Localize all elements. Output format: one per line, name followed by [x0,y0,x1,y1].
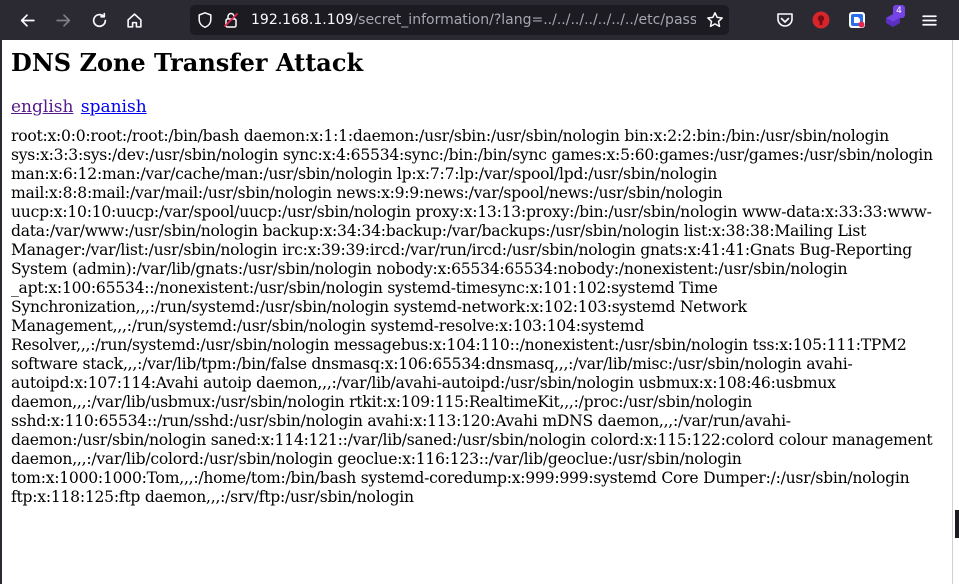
pocket-button[interactable] [774,9,796,31]
reload-button[interactable] [85,6,113,34]
page-title: DNS Zone Transfer Attack [11,48,364,77]
blue-extension-icon [849,12,865,28]
scrollbar-track[interactable] [952,40,959,584]
url-bar[interactable]: 192.168.1.109/secret_information/?lang=.… [190,5,729,35]
scrollbar-marker[interactable] [955,510,959,538]
back-button[interactable] [13,6,41,34]
url-host: 192.168.1.109 [251,12,354,28]
menu-button[interactable] [915,6,943,34]
english-link[interactable]: english [11,97,73,117]
extension-blue-button[interactable] [846,9,868,31]
page-content: DNS Zone Transfer Attack english spanish… [2,40,952,584]
spanish-link[interactable]: spanish [81,97,147,117]
forward-button[interactable] [49,6,77,34]
extension-red-button[interactable] [810,9,832,31]
red-extension-icon [812,11,830,29]
reload-icon [92,12,106,27]
arrow-right-icon [55,13,70,27]
extension-badge: 4 [893,5,905,18]
star-icon[interactable] [706,11,724,29]
included-file-contents: root:x:0:0:root:/root:/bin/bash daemon:x… [11,127,933,506]
pocket-icon [777,13,793,27]
insecure-lock-icon[interactable] [222,11,240,29]
tracking-shield-icon[interactable] [196,11,214,29]
url-path: /secret_information/?lang=../../../../..… [353,12,696,28]
home-button[interactable] [120,6,148,34]
home-icon [126,12,142,28]
hamburger-menu-icon [921,14,937,26]
arrow-left-icon [20,13,35,27]
browser-toolbar: 192.168.1.109/secret_information/?lang=.… [0,0,959,40]
language-links: english spanish [11,96,943,118]
url-text[interactable]: 192.168.1.109/secret_information/?lang=.… [251,11,696,29]
